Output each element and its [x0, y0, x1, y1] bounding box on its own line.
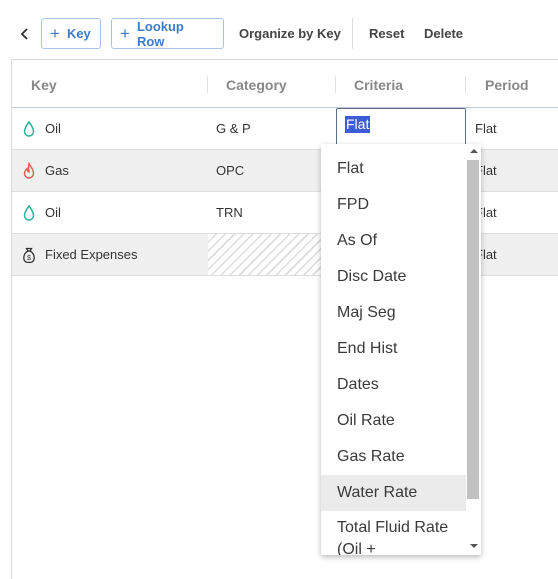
chevron-left-icon	[20, 28, 28, 40]
column-separator[interactable]	[335, 76, 336, 93]
money-bag-icon: $	[23, 247, 35, 264]
plus-icon: +	[50, 24, 60, 43]
criteria-selected-text: Flat	[345, 116, 371, 133]
column-header-key[interactable]: Key	[31, 77, 57, 93]
dropdown-option-gas-rate[interactable]: Gas Rate	[321, 439, 466, 475]
grid-header: Key Category Criteria Period	[12, 60, 558, 108]
dropdown-option-dates[interactable]: Dates	[321, 367, 466, 403]
reset-button[interactable]: Reset	[369, 26, 404, 41]
column-header-period[interactable]: Period	[485, 77, 529, 93]
add-lookup-row-button[interactable]: + Lookup Row	[111, 18, 224, 49]
key-cell[interactable]: Fixed Expenses	[45, 247, 138, 262]
disabled-category-cell	[208, 234, 336, 275]
delete-button[interactable]: Delete	[424, 26, 463, 41]
dropdown-option-water-rate[interactable]: Water Rate	[321, 475, 466, 511]
column-separator[interactable]	[465, 76, 466, 93]
dropdown-option-fpd[interactable]: FPD	[321, 187, 466, 223]
criteria-dropdown[interactable]: Flat FPD As Of Disc Date Maj Seg End His…	[321, 144, 481, 555]
dropdown-scrollbar[interactable]	[467, 144, 481, 555]
dropdown-option-flat[interactable]: Flat	[321, 151, 466, 187]
add-key-label: Key	[66, 26, 91, 41]
category-cell[interactable]: TRN	[216, 205, 243, 220]
key-cell[interactable]: Oil	[45, 205, 61, 220]
organize-by-key-button[interactable]: Organize by Key	[239, 26, 341, 41]
dropdown-option-maj-seg[interactable]: Maj Seg	[321, 295, 466, 331]
dropdown-option-disc-date[interactable]: Disc Date	[321, 259, 466, 295]
column-header-category[interactable]: Category	[226, 77, 287, 93]
dropdown-option-as-of[interactable]: As Of	[321, 223, 466, 259]
toolbar-divider	[352, 18, 353, 49]
category-cell[interactable]: G & P	[216, 121, 251, 136]
scroll-down-arrow-icon[interactable]	[470, 544, 478, 548]
category-cell[interactable]: OPC	[216, 163, 244, 178]
dropdown-option-total-fluid-rate[interactable]: Total Fluid Rate (Oil +	[321, 511, 466, 555]
back-button[interactable]	[14, 22, 34, 46]
scroll-up-arrow-icon[interactable]	[470, 149, 478, 153]
add-key-button[interactable]: + Key	[41, 18, 101, 49]
scrollbar-thumb[interactable]	[467, 160, 479, 499]
key-cell[interactable]: Gas	[45, 163, 69, 178]
oil-drop-icon	[23, 204, 35, 221]
toolbar: + Key + Lookup Row Organize by Key Reset…	[0, 0, 558, 64]
dropdown-option-oil-rate[interactable]: Oil Rate	[321, 403, 466, 439]
add-lookup-row-label: Lookup Row	[136, 18, 184, 49]
dropdown-option-end-hist[interactable]: End Hist	[321, 331, 466, 367]
oil-drop-icon	[23, 120, 35, 137]
plus-icon: +	[120, 24, 130, 43]
gas-flame-icon	[23, 162, 35, 179]
column-separator[interactable]	[207, 76, 208, 93]
svg-text:$: $	[27, 255, 31, 262]
key-cell[interactable]: Oil	[45, 121, 61, 136]
period-cell[interactable]: Flat	[475, 121, 497, 136]
column-header-criteria[interactable]: Criteria	[354, 77, 403, 93]
